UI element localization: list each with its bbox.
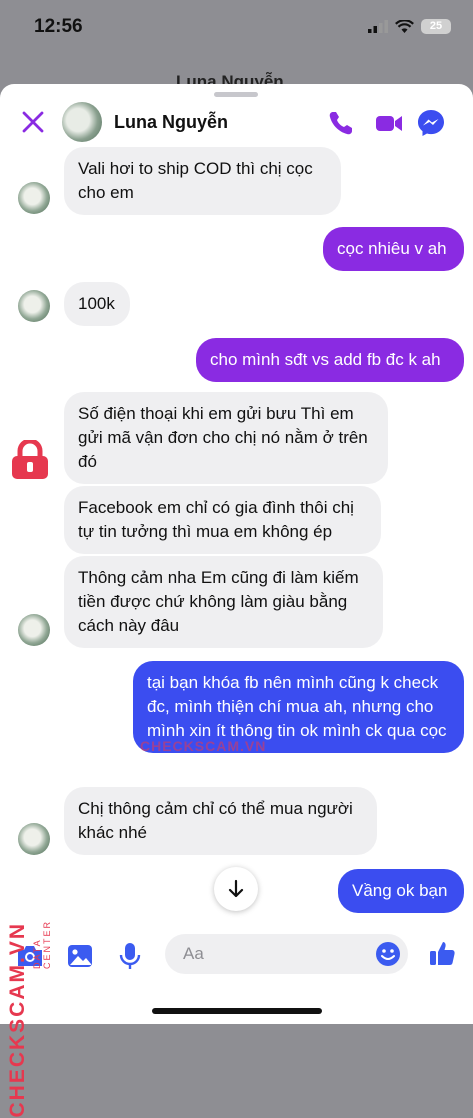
message-incoming[interactable]: Thông cảm nha Em cũng đi làm kiếm tiền đ…	[64, 556, 383, 648]
message-input[interactable]: Aa	[165, 934, 408, 974]
message-incoming[interactable]: Vali hơi to ship COD thì chị cọc cho em	[64, 147, 341, 215]
message-incoming[interactable]: Chị thông cảm chỉ có thể mua người khác …	[64, 787, 377, 855]
contact-name[interactable]: Luna Nguyễn	[114, 112, 228, 133]
message-incoming[interactable]: 100k	[64, 282, 130, 326]
message-input-placeholder: Aa	[183, 944, 204, 963]
message-outgoing[interactable]: cho mình sđt vs add fb đc k ah	[196, 338, 464, 382]
like-icon[interactable]	[427, 938, 457, 968]
signal-icon	[368, 20, 388, 33]
message-incoming[interactable]: Số điện thoại khi em gửi bưu Thì em gửi …	[64, 392, 388, 484]
avatar	[18, 182, 50, 214]
watermark-sub: DATA CENTER	[32, 920, 52, 970]
watermark-vertical: CHECKSCAM.VN DATA CENTER	[2, 440, 54, 1118]
chat-header: Luna Nguyễn	[0, 102, 473, 144]
close-icon[interactable]	[20, 109, 46, 135]
phone-icon[interactable]	[326, 108, 356, 138]
status-bar: 12:56 25	[0, 0, 473, 56]
image-icon[interactable]	[65, 941, 95, 971]
arrow-down-icon	[228, 879, 244, 898]
mic-icon[interactable]	[115, 941, 145, 971]
lock-icon	[12, 440, 48, 479]
home-indicator[interactable]	[152, 1008, 322, 1014]
scroll-to-bottom-button[interactable]	[214, 867, 258, 911]
sheet-grabber[interactable]	[214, 92, 258, 97]
avatar	[18, 290, 50, 322]
message-incoming[interactable]: Facebook em chỉ có gia đình thôi chị tự …	[64, 486, 381, 554]
wifi-icon	[395, 19, 414, 33]
battery-indicator: 25	[421, 19, 451, 34]
status-time: 12:56	[34, 16, 83, 37]
watermark-center: CHECKSCAM.VN	[140, 738, 266, 756]
emoji-icon[interactable]	[374, 940, 402, 968]
chat-sheet: Luna Nguyễn Vali hơi to ship COD thì chị…	[0, 84, 473, 1024]
status-icons: 25	[368, 19, 451, 34]
avatar	[18, 823, 50, 855]
watermark-brand: CHECKSCAM.VN	[6, 922, 29, 1118]
watermark-center-brand: CHECKSCAM.VN	[140, 738, 267, 754]
message-outgoing[interactable]: cọc nhiêu v ah	[323, 227, 464, 271]
avatar[interactable]	[62, 102, 102, 142]
message-outgoing[interactable]: Vầng ok bạn	[338, 869, 464, 913]
messenger-icon[interactable]	[416, 108, 446, 138]
composer: Aa	[0, 929, 473, 989]
video-icon[interactable]	[374, 108, 404, 138]
